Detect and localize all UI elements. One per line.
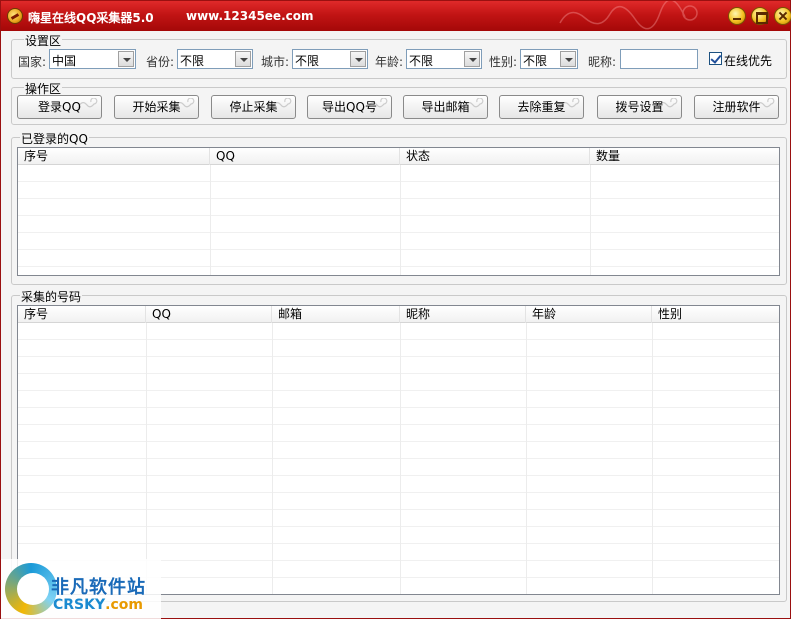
logged-in-table[interactable]: 序号 QQ 状态 数量 — [17, 147, 780, 276]
province-select-value: 不限 — [180, 54, 205, 68]
online-first-checkbox[interactable] — [709, 52, 722, 65]
remove-duplicates-button-label: 去除重复 — [517, 100, 566, 114]
column-header[interactable]: 序号 — [18, 148, 210, 165]
stop-collect-button-label: 停止采集 — [229, 100, 278, 114]
title-decoration-icon — [559, 1, 698, 30]
chevron-down-icon[interactable] — [235, 51, 251, 67]
logged-in-table-header: 序号 QQ 状态 数量 — [18, 148, 779, 165]
country-label: 国家: — [18, 55, 47, 69]
country-select-value: 中国 — [52, 54, 77, 68]
login-qq-button-label: 登录QQ — [38, 100, 81, 114]
gender-label: 性别: — [489, 55, 518, 69]
register-software-button-label: 注册软件 — [712, 100, 761, 114]
close-icon[interactable] — [774, 7, 791, 25]
app-logo-icon — [7, 8, 23, 24]
export-email-button-label: 导出邮箱 — [421, 100, 470, 114]
column-header[interactable]: 数量 — [590, 148, 779, 165]
column-divider — [210, 165, 211, 275]
collected-table-header: 序号 QQ 邮箱 昵称 年龄 性别 — [18, 306, 779, 323]
age-label: 年龄: — [375, 55, 404, 69]
column-divider — [400, 323, 401, 594]
register-software-button[interactable]: 注册软件 — [694, 95, 779, 119]
window-url: www.12345ee.com — [186, 9, 314, 23]
export-qq-button-label: 导出QQ号 — [322, 100, 377, 114]
logged-in-table-rows — [18, 165, 779, 275]
city-select[interactable]: 不限 — [292, 49, 368, 69]
site-watermark: 非凡软件站 CRSKY.com — [1, 559, 161, 619]
column-divider — [590, 165, 591, 275]
start-collect-button-label: 开始采集 — [132, 100, 181, 114]
window-title: 嗨星在线QQ采集器5.0 — [28, 11, 154, 25]
column-header[interactable]: 性别 — [652, 306, 779, 323]
collected-table-rows — [18, 323, 779, 594]
watermark-cn-text: 非凡软件站 — [51, 577, 146, 598]
chevron-down-icon[interactable] — [350, 51, 366, 67]
column-header[interactable]: 邮箱 — [272, 306, 400, 323]
export-qq-button[interactable]: 导出QQ号 — [307, 95, 392, 119]
chevron-down-icon[interactable] — [560, 51, 576, 67]
column-header[interactable]: 状态 — [400, 148, 590, 165]
collected-group-title: 采集的号码 — [20, 288, 83, 305]
stop-collect-button[interactable]: 停止采集 — [211, 95, 296, 119]
remove-duplicates-button[interactable]: 去除重复 — [499, 95, 584, 119]
chevron-down-icon[interactable] — [464, 51, 480, 67]
watermark-en-text: CRSKY.com — [53, 597, 143, 613]
nickname-label: 昵称: — [588, 55, 617, 69]
column-divider — [146, 323, 147, 594]
app-window: 嗨星在线QQ采集器5.0 www.12345ee.com 设置区 国家: 中国 … — [0, 0, 791, 619]
watermark-en-main: CRSKY — [53, 597, 106, 613]
column-header[interactable]: 昵称 — [400, 306, 526, 323]
nickname-input[interactable] — [620, 49, 698, 69]
column-header[interactable]: QQ — [146, 306, 272, 323]
online-first-label[interactable]: 在线优先 — [724, 52, 772, 69]
province-select[interactable]: 不限 — [177, 49, 253, 69]
gender-select-value: 不限 — [523, 54, 548, 68]
column-divider — [652, 323, 653, 594]
title-bar[interactable]: 嗨星在线QQ采集器5.0 www.12345ee.com — [1, 1, 791, 31]
gender-select[interactable]: 不限 — [520, 49, 578, 69]
watermark-logo-icon — [5, 563, 57, 615]
city-label: 城市: — [261, 55, 290, 69]
export-email-button[interactable]: 导出邮箱 — [403, 95, 488, 119]
province-label: 省份: — [146, 55, 175, 69]
column-header[interactable]: QQ — [210, 148, 400, 165]
column-divider — [526, 323, 527, 594]
column-divider — [400, 165, 401, 275]
column-header[interactable]: 序号 — [18, 306, 146, 323]
column-divider — [272, 323, 273, 594]
column-header[interactable]: 年龄 — [526, 306, 652, 323]
dial-settings-button-label: 拨号设置 — [615, 100, 664, 114]
chevron-down-icon[interactable] — [118, 51, 134, 67]
collected-table[interactable]: 序号 QQ 邮箱 昵称 年龄 性别 — [17, 305, 780, 595]
minimize-icon[interactable] — [728, 7, 746, 25]
start-collect-button[interactable]: 开始采集 — [114, 95, 199, 119]
watermark-en-suffix: .com — [105, 597, 143, 613]
country-select[interactable]: 中国 — [49, 49, 136, 69]
logged-in-group-title: 已登录的QQ — [20, 130, 89, 147]
maximize-icon[interactable] — [751, 7, 769, 25]
age-select[interactable]: 不限 — [406, 49, 482, 69]
settings-group-title: 设置区 — [24, 32, 63, 49]
city-select-value: 不限 — [295, 54, 320, 68]
age-select-value: 不限 — [409, 54, 434, 68]
dial-settings-button[interactable]: 拨号设置 — [597, 95, 682, 119]
login-qq-button[interactable]: 登录QQ — [17, 95, 102, 119]
